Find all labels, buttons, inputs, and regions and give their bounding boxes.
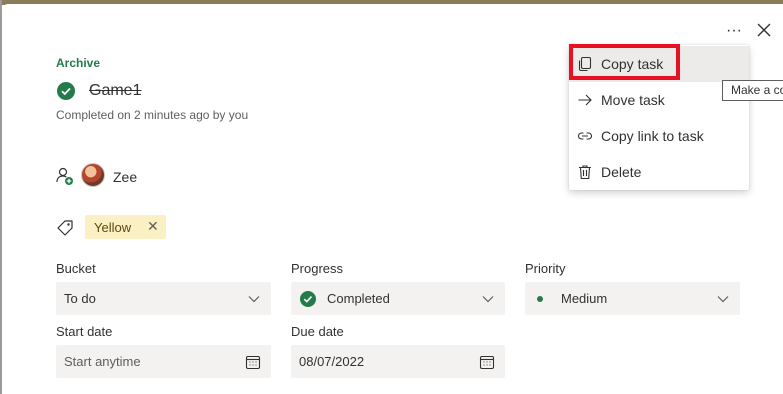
due-date-label: Due date: [291, 324, 344, 339]
tooltip: Make a co: [722, 80, 783, 101]
bucket-section-label: Archive: [56, 56, 101, 70]
complete-check-icon[interactable]: [57, 82, 75, 100]
chevron-down-icon: [482, 296, 494, 303]
priority-value: Medium: [561, 291, 608, 306]
start-date-field[interactable]: Start anytime: [56, 345, 271, 378]
progress-label: Progress: [291, 261, 344, 276]
assignee-name: Zee: [113, 169, 138, 185]
menu-item-delete[interactable]: Delete: [569, 154, 749, 190]
bucket-select[interactable]: To do: [56, 282, 271, 315]
chevron-down-icon: [717, 296, 729, 303]
progress-value: Completed: [327, 291, 390, 306]
menu-item-label: Delete: [601, 164, 642, 180]
label-chip: Yellow ✕: [85, 215, 166, 239]
label-chip-text: Yellow: [94, 220, 132, 235]
progress-select[interactable]: Completed: [291, 282, 505, 315]
highlight-annotation: [569, 44, 680, 80]
avatar[interactable]: [81, 163, 105, 187]
completed-status-text: Completed on 2 minutes ago by you: [56, 108, 249, 122]
more-options-icon[interactable]: ···: [726, 22, 742, 40]
priority-select[interactable]: Medium: [525, 282, 740, 315]
due-date-value: 08/07/2022: [299, 354, 365, 369]
close-icon[interactable]: [756, 22, 772, 38]
calendar-icon[interactable]: [245, 354, 261, 370]
task-title[interactable]: Game1: [89, 82, 141, 100]
bucket-value: To do: [64, 291, 96, 306]
menu-item-copy-link[interactable]: Copy link to task: [569, 118, 749, 154]
due-date-field[interactable]: 08/07/2022: [291, 345, 505, 378]
calendar-icon[interactable]: [479, 354, 495, 370]
priority-dot-icon: [537, 296, 543, 302]
trash-icon: [579, 165, 591, 180]
assign-person-icon[interactable]: [55, 166, 75, 186]
start-date-label: Start date: [56, 324, 113, 339]
priority-label: Priority: [525, 261, 566, 276]
bucket-label: Bucket: [56, 261, 96, 276]
tag-icon[interactable]: [55, 218, 75, 238]
arrow-right-icon: [578, 94, 592, 106]
completed-check-icon: [300, 291, 316, 307]
chevron-down-icon: [248, 296, 260, 303]
start-date-placeholder: Start anytime: [64, 354, 141, 369]
link-icon: [577, 132, 593, 140]
menu-item-label: Move task: [601, 92, 665, 108]
menu-item-label: Copy link to task: [601, 128, 704, 144]
remove-label-icon[interactable]: ✕: [147, 218, 159, 235]
